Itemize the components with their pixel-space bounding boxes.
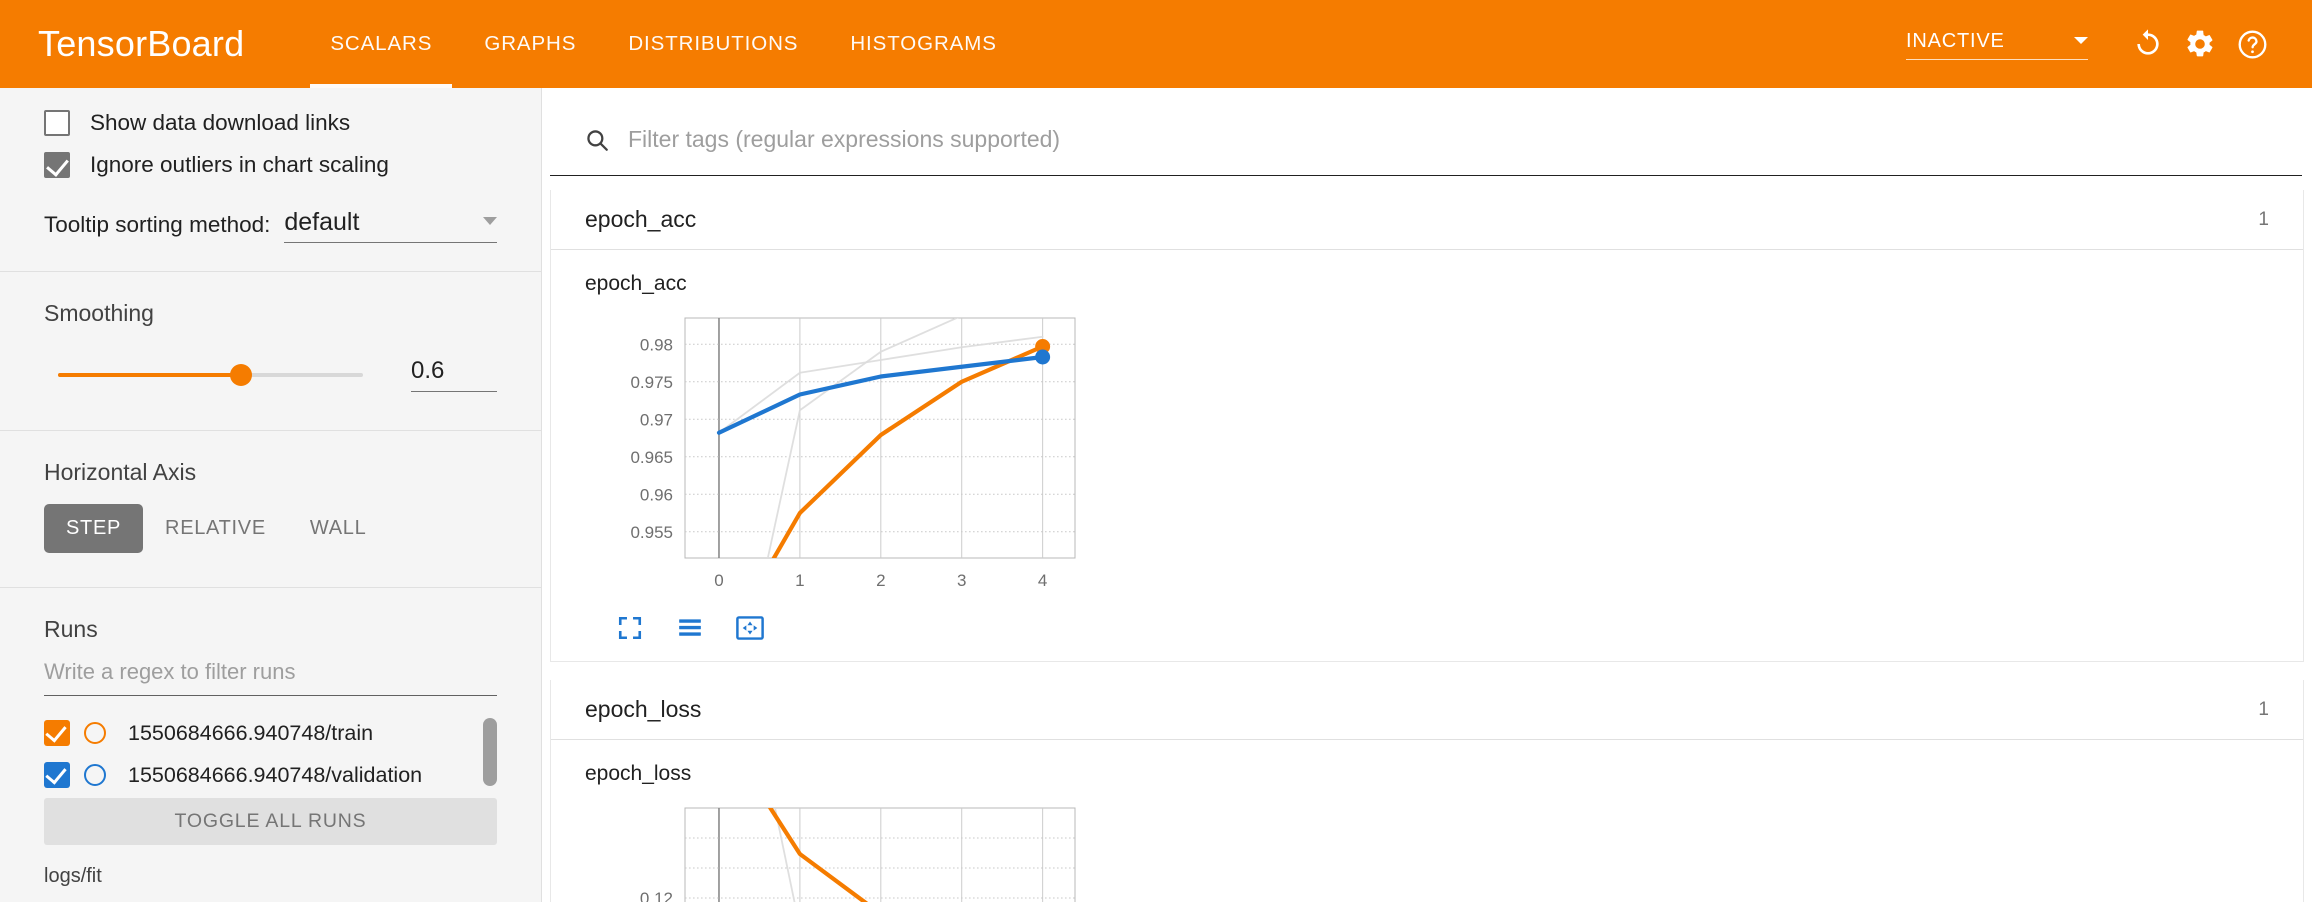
logdir-label: logs/fit: [44, 865, 102, 887]
svg-text:0.12: 0.12: [640, 889, 673, 902]
smoothing-section: Smoothing 0.6: [0, 272, 541, 430]
refresh-icon[interactable]: [2122, 18, 2174, 70]
svg-text:0.96: 0.96: [640, 485, 673, 504]
checkbox-checked-icon[interactable]: [44, 152, 70, 178]
run-color-swatch-train: [84, 722, 106, 744]
toggle-all-runs-button[interactable]: TOGGLE ALL RUNS: [44, 798, 497, 845]
runs-section: Runs Write a regex to filter runs 155068…: [0, 588, 541, 888]
card-title-epoch-loss: epoch_loss: [585, 696, 702, 722]
svg-text:4: 4: [1038, 571, 1047, 590]
toggle-series-icon[interactable]: [673, 611, 707, 645]
axis-option-step[interactable]: STEP: [44, 504, 144, 553]
card-body-epoch-loss: epoch_loss 0.12: [551, 740, 2303, 902]
chart-toolbar-epoch-acc: [585, 605, 2303, 645]
fit-domain-icon[interactable]: [613, 611, 647, 645]
horizontal-axis-section: Horizontal Axis STEP RELATIVE WALL: [0, 431, 541, 587]
card-count-epoch-acc: 1: [2258, 208, 2269, 230]
app-brand[interactable]: TensorBoard: [0, 0, 244, 88]
checkbox-unchecked-icon[interactable]: [44, 110, 70, 136]
main-content: Filter tags (regular expressions support…: [542, 88, 2312, 902]
chart-clip-epoch-loss: 0.12: [585, 790, 2303, 902]
ignore-outliers-row[interactable]: Ignore outliers in chart scaling: [44, 144, 497, 186]
help-icon[interactable]: [2226, 18, 2278, 70]
tag-filter-bar[interactable]: Filter tags (regular expressions support…: [550, 104, 2302, 176]
chart-epoch-acc[interactable]: 0.98 0.975 0.97 0.965 0.96 0.955 0 1 2 3 4: [585, 300, 1085, 600]
tooltip-sorting-value: default: [284, 208, 360, 236]
run-checkbox-validation[interactable]: [44, 762, 70, 788]
slider-handle[interactable]: [229, 363, 252, 386]
tab-histograms[interactable]: HISTOGRAMS: [824, 0, 1022, 88]
sidebar-options-section: Show data download links Ignore outliers…: [0, 102, 541, 271]
card-header-epoch-loss[interactable]: epoch_loss 1: [551, 680, 2303, 740]
chevron-down-icon: [483, 216, 497, 225]
smoothing-title: Smoothing: [44, 300, 154, 326]
svg-text:0: 0: [714, 571, 723, 590]
app-body: Show data download links Ignore outliers…: [0, 88, 2312, 902]
card-title-epoch-acc: epoch_acc: [585, 206, 697, 232]
svg-text:0.965: 0.965: [630, 448, 673, 467]
chart-title-epoch-acc: epoch_acc: [585, 272, 687, 295]
card-epoch-acc: epoch_acc 1 epoch_acc 0.98 0.975 0.97 0.965…: [550, 190, 2304, 662]
nav-tabs: SCALARS GRAPHS DISTRIBUTIONS HISTOGRAMS: [304, 0, 1022, 88]
svg-text:0.955: 0.955: [630, 523, 673, 542]
settings-sidebar: Show data download links Ignore outliers…: [0, 88, 542, 902]
smoothing-row: 0.6: [44, 337, 497, 430]
tab-scalars[interactable]: SCALARS: [304, 0, 458, 88]
svg-text:0.98: 0.98: [640, 335, 673, 354]
horizontal-axis-buttons: STEP RELATIVE WALL: [44, 496, 497, 587]
ignore-outliers-label: Ignore outliers in chart scaling: [90, 152, 389, 177]
run-label-validation: 1550684666.940748/validation: [128, 762, 423, 787]
search-icon: [587, 129, 608, 151]
show-download-links-row[interactable]: Show data download links: [44, 102, 497, 144]
svg-text:1: 1: [795, 571, 804, 590]
axis-option-relative[interactable]: RELATIVE: [143, 504, 288, 553]
tag-filter-input[interactable]: Filter tags (regular expressions support…: [628, 126, 1060, 153]
chevron-down-icon: [2074, 37, 2088, 44]
show-download-links-label: Show data download links: [90, 110, 351, 135]
runs-scrollbar[interactable]: [483, 718, 497, 786]
chart-title-epoch-loss: epoch_loss: [585, 762, 692, 785]
axis-option-wall[interactable]: WALL: [288, 504, 389, 553]
app-header: TensorBoard SCALARS GRAPHS DISTRIBUTIONS…: [0, 0, 2312, 88]
header-actions: INACTIVE: [1906, 0, 2312, 88]
card-header-epoch-acc[interactable]: epoch_acc 1: [551, 190, 2303, 250]
svg-text:3: 3: [957, 571, 966, 590]
smoothing-slider[interactable]: [58, 363, 363, 386]
run-color-swatch-validation: [84, 764, 106, 786]
runs-list: 1550684666.940748/train 1550684666.94074…: [44, 712, 497, 796]
svg-text:0.975: 0.975: [630, 373, 673, 392]
tooltip-sorting-select[interactable]: default: [284, 208, 497, 243]
card-count-epoch-loss: 1: [2258, 698, 2269, 720]
card-body-epoch-acc: epoch_acc 0.98 0.975 0.97 0.965 0.96 0.955 0 1 2…: [551, 250, 2303, 661]
card-epoch-loss: epoch_loss 1 epoch_loss 0.12: [550, 680, 2304, 902]
tab-distributions[interactable]: DISTRIBUTIONS: [602, 0, 824, 88]
slider-fill: [58, 372, 241, 377]
runs-filter-input[interactable]: Write a regex to filter runs: [44, 659, 497, 696]
runs-title: Runs: [44, 616, 98, 642]
tooltip-sorting-label: Tooltip sorting method:: [44, 212, 271, 237]
tooltip-sorting-row: Tooltip sorting method: default: [44, 208, 497, 271]
reload-status-value: INACTIVE: [1906, 30, 2005, 52]
chart-cards: epoch_acc 1 epoch_acc 0.98 0.975 0.97 0.965…: [542, 176, 2312, 902]
reload-status-select[interactable]: INACTIVE: [1906, 28, 2088, 60]
tab-graphs[interactable]: GRAPHS: [458, 0, 602, 88]
run-label-train: 1550684666.940748/train: [128, 720, 374, 745]
smoothing-value-input[interactable]: 0.6: [410, 357, 497, 392]
svg-text:0.97: 0.97: [640, 410, 673, 429]
run-item-train[interactable]: 1550684666.940748/train: [44, 712, 497, 754]
run-checkbox-train[interactable]: [44, 720, 70, 746]
svg-text:2: 2: [876, 571, 885, 590]
gear-icon[interactable]: [2174, 18, 2226, 70]
pan-icon[interactable]: [733, 611, 767, 645]
run-item-validation[interactable]: 1550684666.940748/validation: [44, 754, 497, 796]
horizontal-axis-title: Horizontal Axis: [44, 459, 197, 485]
chart-epoch-loss[interactable]: 0.12: [585, 790, 1085, 902]
